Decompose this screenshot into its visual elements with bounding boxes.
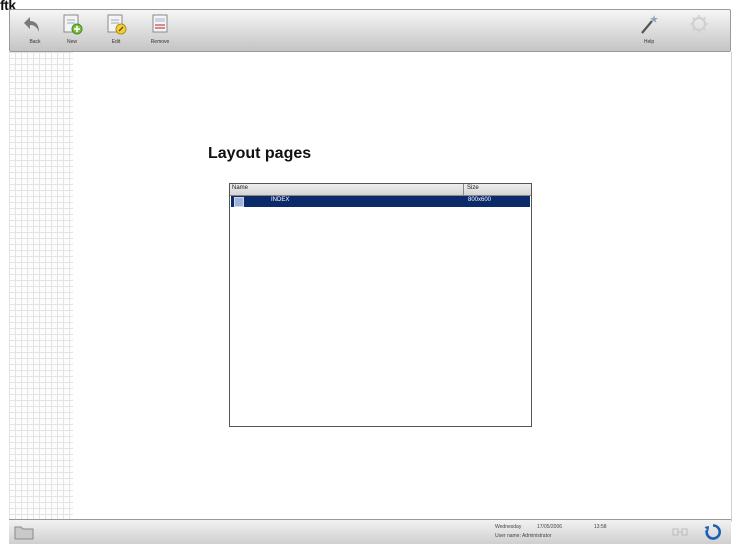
new-button[interactable]: New [55,12,89,50]
status-time: 13:58 [594,524,607,530]
page-title: Layout pages [208,145,312,162]
new-page-icon [63,14,83,35]
page-icon [234,197,244,207]
layout-pages-list[interactable]: Name Size INDEX 800x600 [229,183,532,427]
status-date: 17/05/2006 [537,524,563,530]
remove-page-icon [152,14,168,33]
column-separator [463,184,464,195]
new-button-label: New [66,39,77,45]
back-button-label: Back [29,39,41,45]
right-divider [731,52,732,522]
edit-page-icon [107,14,127,35]
connection-icon[interactable] [672,526,688,538]
list-item-name: INDEX [271,197,290,203]
refresh-icon[interactable] [704,523,722,541]
edit-button[interactable]: Edit [99,12,133,50]
column-header-size[interactable]: Size [467,185,479,191]
status-day: Wednesday [495,524,522,530]
back-button[interactable]: Back [18,12,52,50]
status-user: User name: Administrator [495,533,552,539]
toolbar: Back New Edit Remove Help [9,9,731,52]
list-item-size: 800x600 [468,197,492,203]
column-header-name[interactable]: Name [232,185,462,195]
list-item[interactable]: INDEX 800x600 [231,196,530,207]
list-header: Name Size [230,184,531,196]
settings-icon [690,15,708,33]
help-button[interactable]: Help [632,12,666,50]
settings-button[interactable] [682,12,716,50]
remove-button-label: Remove [150,39,170,45]
side-grid-panel [9,52,73,522]
magic-wand-icon [641,15,658,34]
back-arrow-icon [24,17,39,32]
remove-button[interactable]: Remove [143,12,177,50]
edit-button-label: Edit [111,39,121,45]
help-button-label: Help [643,39,655,45]
folder-icon[interactable] [14,523,34,541]
status-bar: Wednesday 17/05/2006 13:58 User name: Ad… [9,519,731,544]
